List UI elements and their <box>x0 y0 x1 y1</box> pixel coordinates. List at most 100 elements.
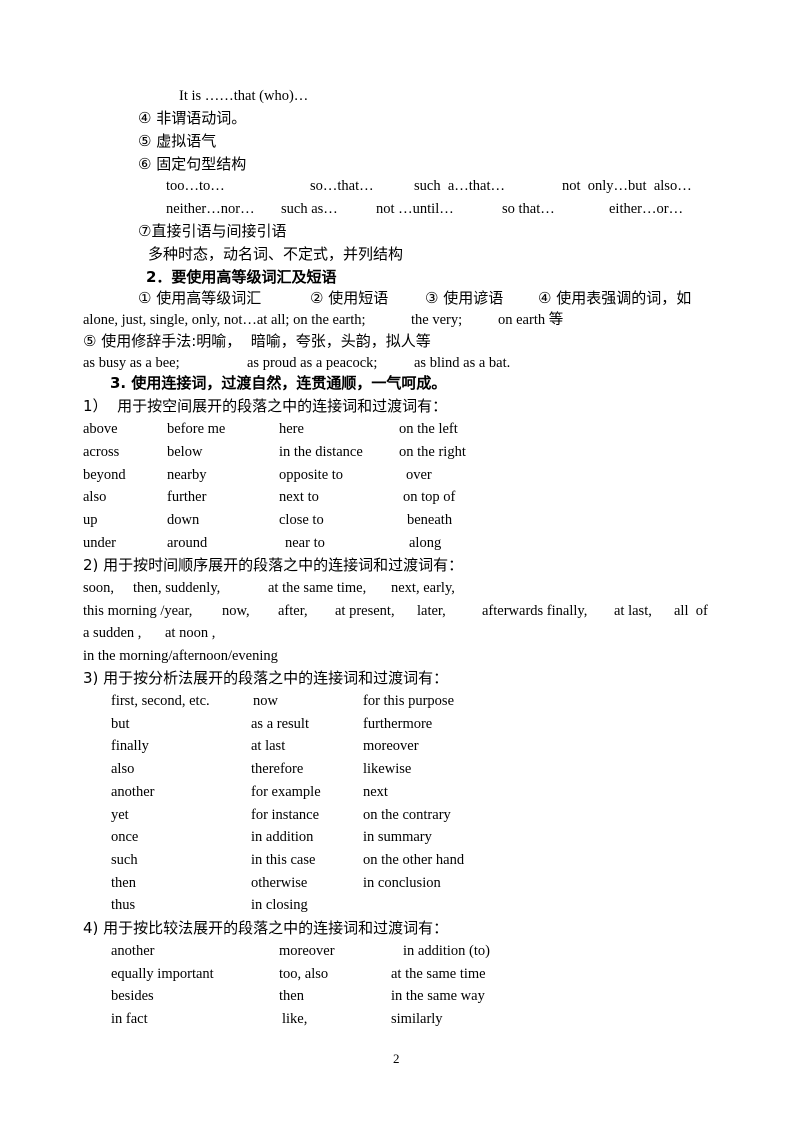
table-cell: first, second, etc. <box>111 693 210 709</box>
table-cell: down <box>167 512 200 529</box>
item-emphasis-words: ④ 使用表强调的词，如 <box>538 289 692 307</box>
table-cell: also <box>83 489 107 506</box>
pattern: neither…nor… <box>166 201 255 217</box>
table-cell: moreover <box>279 943 335 959</box>
simile: as proud as a peacock; <box>247 355 378 371</box>
table-cell: over <box>406 466 432 483</box>
table-row: another moreover in addition (to) <box>0 941 794 963</box>
table-cell: nearby <box>167 466 207 483</box>
temporal-word: now, <box>222 603 250 619</box>
table-cell: up <box>83 512 98 529</box>
table-cell: beneath <box>407 512 453 529</box>
temporal-word: all of <box>674 603 708 619</box>
table-cell: opposite to <box>279 466 344 483</box>
table-cell: another <box>111 783 155 800</box>
table-cell: on the other hand <box>363 851 465 868</box>
table-cell: on the contrary <box>363 806 451 823</box>
table-cell: on top of <box>403 489 456 506</box>
temporal-line-1: soon, then, suddenly, at the same time, … <box>0 578 794 600</box>
table-cell: below <box>167 443 203 460</box>
pattern: not only…but also… <box>562 178 692 194</box>
table-cell: beyond <box>83 466 126 483</box>
temporal-word: after, <box>278 603 308 619</box>
table-row: finally at last moreover <box>0 736 794 758</box>
table-cell: at the same time <box>391 965 486 982</box>
table-cell: at last <box>251 738 286 755</box>
table-row: once in addition in summary <box>0 827 794 849</box>
table-cell: above <box>83 421 118 437</box>
table-cell: thus <box>111 897 136 914</box>
temporal-word: at the same time, <box>268 580 367 596</box>
table-cell: under <box>83 535 117 551</box>
temporal-word: next, early, <box>391 580 455 596</box>
simile: as blind as a bat. <box>414 355 511 371</box>
temporal-word: at noon , <box>165 625 216 641</box>
table-cell: in addition <box>251 829 314 846</box>
pattern: so…that… <box>310 178 374 194</box>
patterns-row-1: too…to… so…that… such a…that… not only…b… <box>0 176 794 198</box>
table-cell: as a result <box>251 715 309 732</box>
table-cell: yet <box>111 806 129 823</box>
temporal-title: 2) 用于按时间顺序展开的段落之中的连接词和过渡词有： <box>83 556 464 574</box>
table-cell: near to <box>285 535 325 551</box>
table-cell: along <box>409 535 442 551</box>
item-proverbs: ③ 使用谚语 <box>425 289 504 307</box>
table-cell: next <box>363 783 388 800</box>
table-row: first, second, etc. now for this purpose <box>0 691 794 713</box>
temporal-word: later, <box>417 603 446 619</box>
pattern: such a…that… <box>414 178 506 194</box>
table-cell: here <box>279 421 304 437</box>
table-cell: around <box>167 535 208 551</box>
item-fixed-patterns: ⑥ 固定句型结构 <box>138 155 247 173</box>
table-row: then otherwise in conclusion <box>0 873 794 895</box>
table-cell: for this purpose <box>363 693 455 709</box>
section-3-heading: 3. 使用连接词，过渡自然，连贯通顺，一气呵成。 <box>110 374 447 392</box>
table-cell: such <box>111 851 138 868</box>
emphasis-words: alone, just, single, only, not…at all; o… <box>83 312 366 328</box>
rhetoric-line: ⑤ 使用修辞手法:明喻， 暗喻，夸张，头韵，拟人等 <box>83 332 431 350</box>
table-row: above before me here on the left <box>0 419 794 441</box>
emphasis-words: on earth 等 <box>498 312 564 328</box>
table-cell: on the left <box>399 421 458 437</box>
table-cell: in the distance <box>279 443 363 460</box>
table-cell: in closing <box>251 897 308 914</box>
table-cell: across <box>83 443 120 460</box>
table-cell: then <box>279 988 304 1005</box>
temporal-line-3: a sudden , at noon , <box>0 623 794 645</box>
temporal-word: at last, <box>614 603 652 619</box>
pattern: not …until… <box>376 201 454 217</box>
table-cell: otherwise <box>251 874 308 891</box>
table-cell: in conclusion <box>363 874 441 891</box>
page-number: 2 <box>393 1051 400 1066</box>
table-cell: before me <box>167 421 226 437</box>
pattern: such as… <box>281 201 338 217</box>
table-row: across below in the distance on the right <box>0 442 794 464</box>
table-row: such in this case on the other hand <box>0 850 794 872</box>
table-cell: close to <box>279 512 324 529</box>
it-is-pattern: It is ……that (who)… <box>179 88 309 104</box>
table-cell: for instance <box>251 806 320 823</box>
item-reported-speech: ⑦直接引语与间接引语 <box>138 222 287 240</box>
temporal-word: at present, <box>335 603 395 619</box>
table-cell: but <box>111 715 130 732</box>
pattern: too…to… <box>166 178 225 194</box>
table-cell: for example <box>251 783 321 800</box>
item-advanced-vocab: ① 使用高等级词汇 <box>138 289 262 307</box>
table-row: but as a result furthermore <box>0 714 794 736</box>
pattern: either…or… <box>609 201 684 217</box>
table-cell: in summary <box>363 829 432 846</box>
section-2-items: ① 使用高等级词汇 ② 使用短语 ③ 使用谚语 ④ 使用表强调的词，如 <box>0 288 794 310</box>
table-cell: then <box>111 874 136 891</box>
section-2-heading: 2．要使用高等级词汇及短语 <box>146 268 337 286</box>
table-row: equally important too, also at the same ti… <box>0 964 794 986</box>
table-cell: in this case <box>251 851 316 868</box>
table-cell: furthermore <box>363 715 433 732</box>
table-cell: next to <box>279 489 319 506</box>
item-phrases: ② 使用短语 <box>310 289 389 307</box>
patterns-row-2: neither…nor… such as… not …until… so tha… <box>0 199 794 221</box>
grammar-summary: 多种时态，动名词、不定式，并列结构 <box>148 245 404 263</box>
table-cell: also <box>111 761 135 778</box>
temporal-line-2: this morning /year, now, after, at prese… <box>0 601 794 623</box>
emphasis-words-line: alone, just, single, only, not…at all; o… <box>0 310 794 332</box>
document-page: It is ……that (who)… ④ 非谓语动词。 ⑤ 虚拟语气 ⑥ 固定… <box>0 0 794 1123</box>
